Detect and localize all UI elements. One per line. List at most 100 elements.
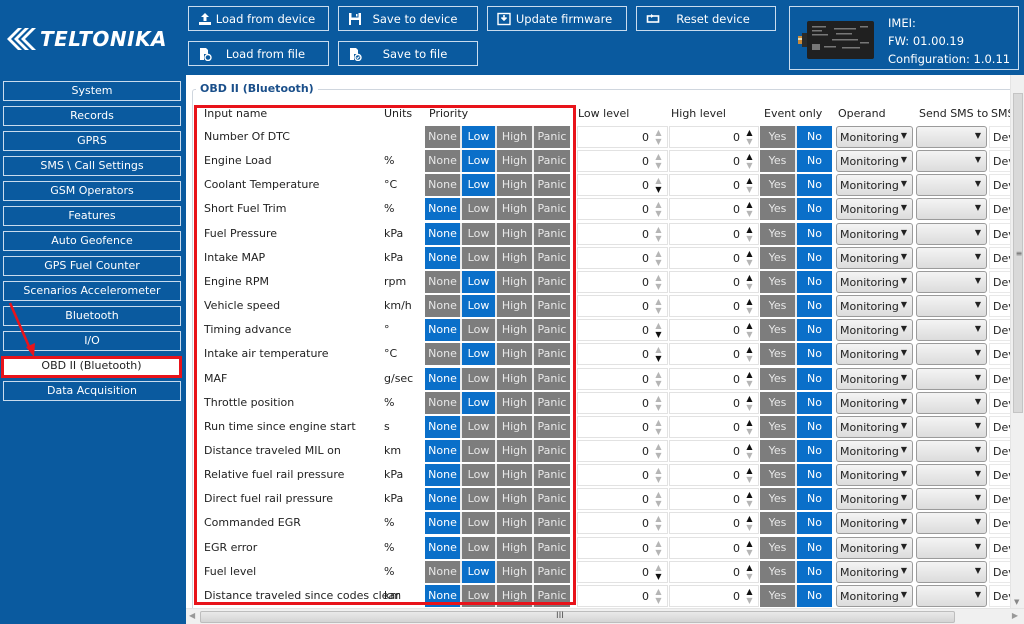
priority-option-panic[interactable]: Panic	[534, 198, 570, 221]
spin-down-icon[interactable]: ▼	[744, 185, 755, 194]
horizontal-scrollbar-thumb[interactable]: III	[200, 611, 955, 623]
spin-up-icon[interactable]: ▲	[653, 466, 664, 475]
spin-down-icon[interactable]: ▼	[744, 306, 755, 315]
spin-up-icon[interactable]: ▲	[744, 225, 755, 234]
spin-up-icon[interactable]: ▲	[744, 587, 755, 596]
low-level-spinner[interactable]: ▲ ▼	[653, 225, 664, 243]
high-level-input[interactable]: 0 ▲ ▼	[669, 391, 759, 414]
priority-option-low[interactable]: Low	[462, 295, 497, 318]
priority-option-none[interactable]: None	[425, 584, 462, 607]
spin-up-icon[interactable]: ▲	[653, 152, 664, 161]
spin-up-icon[interactable]: ▲	[744, 514, 755, 523]
high-level-input[interactable]: 0 ▲ ▼	[669, 584, 759, 607]
spin-up-icon[interactable]: ▲	[744, 249, 755, 258]
scroll-right-arrow-icon[interactable]: ▶	[1012, 611, 1018, 620]
spin-up-icon[interactable]: ▲	[744, 418, 755, 427]
high-level-input[interactable]: 0 ▲ ▼	[669, 367, 759, 390]
low-level-input[interactable]: 0 ▲ ▼	[577, 319, 668, 342]
priority-option-panic[interactable]: Panic	[534, 391, 570, 414]
priority-option-high[interactable]: High	[497, 512, 534, 535]
event-only-option-yes[interactable]: Yes	[760, 584, 797, 607]
spin-down-icon[interactable]: ▼	[744, 209, 755, 218]
priority-option-panic[interactable]: Panic	[534, 488, 570, 511]
priority-option-none[interactable]: None	[425, 391, 462, 414]
priority-option-panic[interactable]: Panic	[534, 367, 570, 390]
send-sms-to-dropdown[interactable]: ▼	[916, 584, 987, 607]
event-only-option-no[interactable]: No	[797, 319, 832, 342]
priority-option-panic[interactable]: Panic	[534, 560, 570, 583]
high-level-spinner[interactable]: ▲ ▼	[744, 514, 755, 532]
event-only-option-no[interactable]: No	[797, 174, 832, 197]
high-level-spinner[interactable]: ▲ ▼	[744, 297, 755, 315]
priority-option-none[interactable]: None	[425, 488, 462, 511]
low-level-input[interactable]: 0 ▲ ▼	[577, 464, 668, 487]
high-level-spinner[interactable]: ▲ ▼	[744, 176, 755, 194]
priority-option-high[interactable]: High	[497, 464, 534, 487]
operand-dropdown[interactable]: Monitoring ▼	[836, 560, 913, 583]
send-sms-to-dropdown[interactable]: ▼	[916, 174, 987, 197]
spin-up-icon[interactable]: ▲	[653, 490, 664, 499]
operand-dropdown[interactable]: Monitoring ▼	[836, 319, 913, 342]
spin-down-icon[interactable]: ▼	[653, 234, 664, 243]
spin-up-icon[interactable]: ▲	[744, 345, 755, 354]
low-level-spinner[interactable]: ▲ ▼	[653, 442, 664, 460]
event-only-option-no[interactable]: No	[797, 295, 832, 318]
send-sms-to-dropdown[interactable]: ▼	[916, 246, 987, 269]
spin-up-icon[interactable]: ▲	[744, 394, 755, 403]
spin-down-icon[interactable]: ▼	[744, 258, 755, 267]
priority-option-none[interactable]: None	[425, 126, 462, 148]
low-level-input[interactable]: 0 ▲ ▼	[577, 150, 668, 173]
priority-option-high[interactable]: High	[497, 560, 534, 583]
low-level-spinner[interactable]: ▲ ▼	[653, 466, 664, 484]
event-only-option-yes[interactable]: Yes	[760, 246, 797, 269]
priority-option-high[interactable]: High	[497, 367, 534, 390]
spin-up-icon[interactable]: ▲	[653, 563, 664, 572]
spin-down-icon[interactable]: ▼	[653, 451, 664, 460]
sidebar-item-gps-fuel-counter[interactable]: GPS Fuel Counter	[3, 256, 181, 276]
event-only-option-no[interactable]: No	[797, 198, 832, 221]
sidebar-item-bluetooth[interactable]: Bluetooth	[3, 306, 181, 326]
event-only-option-yes[interactable]: Yes	[760, 319, 797, 342]
spin-down-icon[interactable]: ▼	[653, 306, 664, 315]
spin-up-icon[interactable]: ▲	[653, 345, 664, 354]
operand-dropdown[interactable]: Monitoring ▼	[836, 415, 913, 438]
high-level-input[interactable]: 0 ▲ ▼	[669, 295, 759, 318]
low-level-input[interactable]: 0 ▲ ▼	[577, 295, 668, 318]
low-level-input[interactable]: 0 ▲ ▼	[577, 126, 668, 148]
priority-option-none[interactable]: None	[425, 464, 462, 487]
spin-up-icon[interactable]: ▲	[653, 273, 664, 282]
event-only-option-yes[interactable]: Yes	[760, 536, 797, 559]
priority-option-high[interactable]: High	[497, 174, 534, 197]
operand-dropdown[interactable]: Monitoring ▼	[836, 488, 913, 511]
spin-up-icon[interactable]: ▲	[744, 466, 755, 475]
event-only-option-yes[interactable]: Yes	[760, 512, 797, 535]
event-only-option-no[interactable]: No	[797, 439, 832, 462]
spin-down-icon[interactable]: ▼	[744, 234, 755, 243]
spin-down-icon[interactable]: ▼	[744, 354, 755, 363]
send-sms-to-dropdown[interactable]: ▼	[916, 488, 987, 511]
priority-option-low[interactable]: Low	[462, 222, 497, 245]
spin-up-icon[interactable]: ▲	[744, 128, 755, 137]
priority-option-high[interactable]: High	[497, 246, 534, 269]
low-level-input[interactable]: 0 ▲ ▼	[577, 391, 668, 414]
event-only-option-no[interactable]: No	[797, 270, 832, 293]
spin-up-icon[interactable]: ▲	[744, 152, 755, 161]
send-sms-to-dropdown[interactable]: ▼	[916, 464, 987, 487]
low-level-input[interactable]: 0 ▲ ▼	[577, 488, 668, 511]
priority-option-high[interactable]: High	[497, 584, 534, 607]
load-from-device-button[interactable]: Load from device	[188, 6, 329, 31]
spin-down-icon[interactable]: ▼	[653, 523, 664, 532]
high-level-input[interactable]: 0 ▲ ▼	[669, 560, 759, 583]
low-level-input[interactable]: 0 ▲ ▼	[577, 246, 668, 269]
high-level-spinner[interactable]: ▲ ▼	[744, 466, 755, 484]
priority-option-high[interactable]: High	[497, 270, 534, 293]
priority-option-high[interactable]: High	[497, 222, 534, 245]
operand-dropdown[interactable]: Monitoring ▼	[836, 343, 913, 366]
priority-option-low[interactable]: Low	[462, 488, 497, 511]
spin-up-icon[interactable]: ▲	[653, 394, 664, 403]
spin-down-icon[interactable]: ▼	[744, 475, 755, 484]
high-level-input[interactable]: 0 ▲ ▼	[669, 174, 759, 197]
event-only-option-yes[interactable]: Yes	[760, 222, 797, 245]
priority-option-panic[interactable]: Panic	[534, 222, 570, 245]
spin-down-icon[interactable]: ▼	[653, 499, 664, 508]
